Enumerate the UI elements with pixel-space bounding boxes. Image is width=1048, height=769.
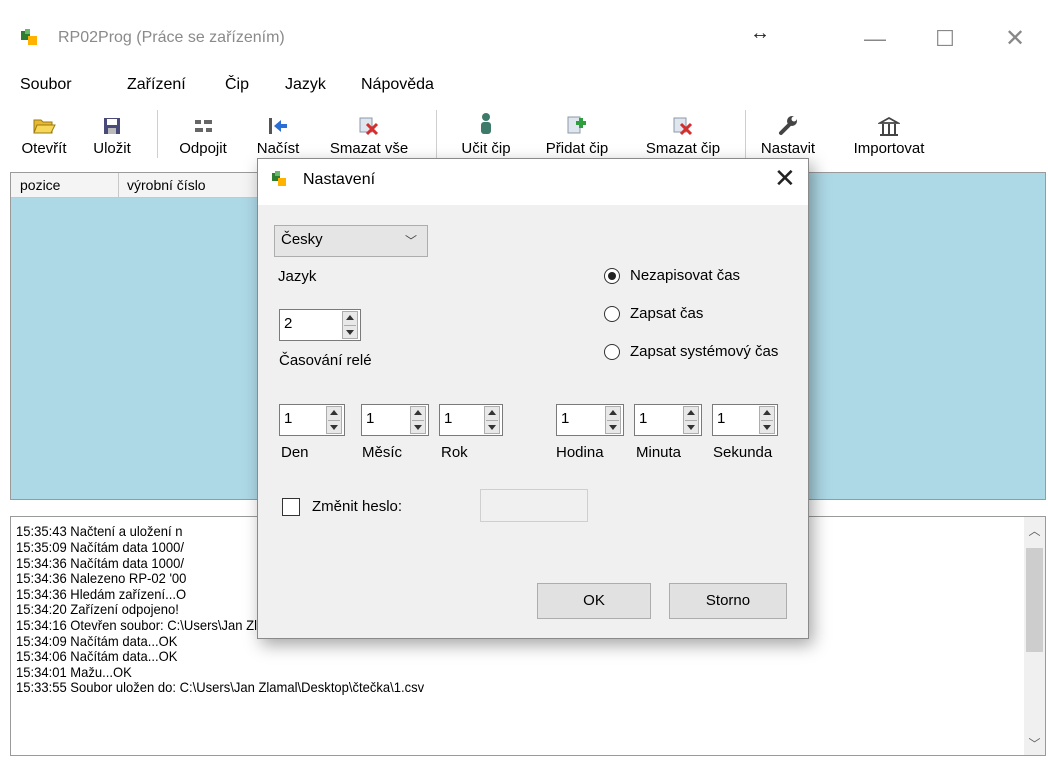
- learn-chip-icon: [481, 113, 491, 134]
- load-label: Načíst: [256, 140, 300, 157]
- close-icon[interactable]: ✕: [1000, 26, 1030, 52]
- toolbar-separator: [436, 110, 437, 158]
- menu-soubor[interactable]: Soubor: [20, 76, 72, 94]
- radio-no-time[interactable]: [604, 268, 620, 284]
- save-icon: [104, 118, 120, 134]
- add-chip-button[interactable]: Přidat čip: [530, 106, 624, 164]
- delete-chip-button[interactable]: Smazat čip: [628, 106, 738, 164]
- minute-value: 1: [639, 410, 648, 427]
- scroll-thumb[interactable]: [1026, 548, 1043, 652]
- day-value: 1: [284, 410, 293, 427]
- radio-selected-dot: [607, 271, 616, 280]
- password-field[interactable]: [480, 489, 588, 522]
- disconnect-button[interactable]: Odpojit: [163, 106, 243, 164]
- toolbar-separator: [157, 110, 158, 158]
- menu-zarizeni[interactable]: Zařízení: [127, 76, 186, 94]
- hour-label: Hodina: [556, 444, 604, 461]
- delete-all-button[interactable]: Smazat vše: [311, 106, 427, 164]
- settings-button[interactable]: Nastavit: [750, 106, 826, 164]
- radio-system-time-label: Zapsat systémový čas: [630, 343, 779, 360]
- radio-system-time[interactable]: [604, 344, 620, 360]
- month-value: 1: [366, 410, 375, 427]
- relay-timing-spin-buttons[interactable]: [342, 311, 358, 339]
- add-chip-label: Přidat čip: [545, 140, 609, 157]
- import-button[interactable]: Importovat: [836, 106, 942, 164]
- column-separator[interactable]: [118, 173, 119, 197]
- log-line: 15:35:43 Načtení a uložení n: [16, 523, 183, 539]
- column-header-vyrobni-cislo[interactable]: výrobní číslo: [127, 177, 206, 193]
- menu-cip[interactable]: Čip: [225, 76, 249, 94]
- add-chip-icon: [567, 116, 586, 134]
- ok-button[interactable]: OK: [537, 583, 651, 619]
- learn-chip-button[interactable]: Učit čip: [446, 106, 526, 164]
- month-spin-buttons[interactable]: [410, 406, 426, 434]
- import-label: Importovat: [853, 140, 925, 157]
- day-spin-buttons[interactable]: [326, 406, 342, 434]
- delete-all-icon: [359, 117, 379, 136]
- hour-value: 1: [561, 410, 570, 427]
- log-line: 15:34:36 Nalezeno RP-02 '00: [16, 570, 187, 586]
- learn-chip-label: Učit čip: [461, 140, 511, 157]
- settings-label: Nastavit: [760, 140, 816, 157]
- delete-all-label: Smazat vše: [329, 140, 409, 157]
- menu-napoveda[interactable]: Nápověda: [361, 76, 434, 94]
- delete-chip-label: Smazat čip: [645, 140, 721, 157]
- resize-icon: ↔: [750, 22, 770, 44]
- load-button[interactable]: Načíst: [249, 106, 307, 164]
- app-icon: [21, 29, 37, 45]
- window-title: RP02Prog (Práce se zařízením): [58, 29, 285, 46]
- wrench-icon: [779, 116, 797, 135]
- dialog-close-icon[interactable]: ✕: [774, 163, 796, 194]
- load-arrow-icon: [269, 118, 287, 134]
- year-value: 1: [444, 410, 453, 427]
- minimize-icon[interactable]: —: [860, 26, 890, 52]
- column-header-pozice[interactable]: pozice: [20, 177, 60, 193]
- language-label: Jazyk: [278, 268, 317, 285]
- radio-write-time-label: Zapsat čas: [630, 305, 704, 322]
- disconnect-label: Odpojit: [179, 140, 227, 157]
- scroll-up-icon[interactable]: ︿: [1024, 522, 1045, 539]
- change-password-label: Změnit heslo:: [312, 498, 403, 515]
- log-line: 15:33:55 Soubor uložen do: C:\Users\Jan …: [16, 679, 425, 695]
- import-icon: [878, 116, 900, 136]
- open-label: Otevřít: [21, 140, 67, 157]
- log-line: 15:34:06 Načítám data...OK: [16, 648, 178, 664]
- day-label: Den: [281, 444, 309, 461]
- delete-chip-icon: [673, 117, 693, 136]
- open-button[interactable]: Otevřít: [12, 106, 76, 164]
- minute-label: Minuta: [636, 444, 682, 461]
- radio-no-time-label: Nezapisovat čas: [630, 267, 741, 284]
- chevron-down-icon: ﹀: [405, 234, 418, 248]
- second-value: 1: [717, 410, 726, 427]
- log-line: 15:34:20 Zařízení odpojeno!: [16, 601, 179, 617]
- second-spin-buttons[interactable]: [759, 406, 775, 434]
- second-label: Sekunda: [713, 444, 773, 461]
- relay-timing-label: Časování relé: [279, 352, 372, 369]
- year-spin-buttons[interactable]: [484, 406, 500, 434]
- change-password-checkbox[interactable]: [282, 498, 300, 516]
- scroll-down-icon[interactable]: ﹀: [1024, 735, 1045, 752]
- log-line: 15:35:09 Načítám data 1000/: [16, 539, 184, 555]
- hour-spin-buttons[interactable]: [605, 406, 621, 434]
- radio-write-time[interactable]: [604, 306, 620, 322]
- dialog-app-icon: [272, 171, 286, 186]
- save-label: Uložit: [93, 140, 131, 157]
- cancel-button[interactable]: Storno: [669, 583, 787, 619]
- disconnect-icon: [195, 120, 212, 132]
- minute-spin-buttons[interactable]: [683, 406, 699, 434]
- year-label: Rok: [441, 444, 468, 461]
- save-button[interactable]: Uložit: [76, 106, 148, 164]
- menu-jazyk[interactable]: Jazyk: [285, 76, 326, 94]
- toolbar-separator: [745, 110, 746, 158]
- month-label: Měsíc: [362, 444, 403, 461]
- language-selected-value: Česky: [281, 231, 323, 248]
- folder-open-icon: [33, 119, 56, 134]
- maximize-icon[interactable]: ☐: [930, 26, 960, 52]
- relay-timing-value: 2: [284, 315, 293, 332]
- dialog-title: Nastavení: [303, 171, 376, 188]
